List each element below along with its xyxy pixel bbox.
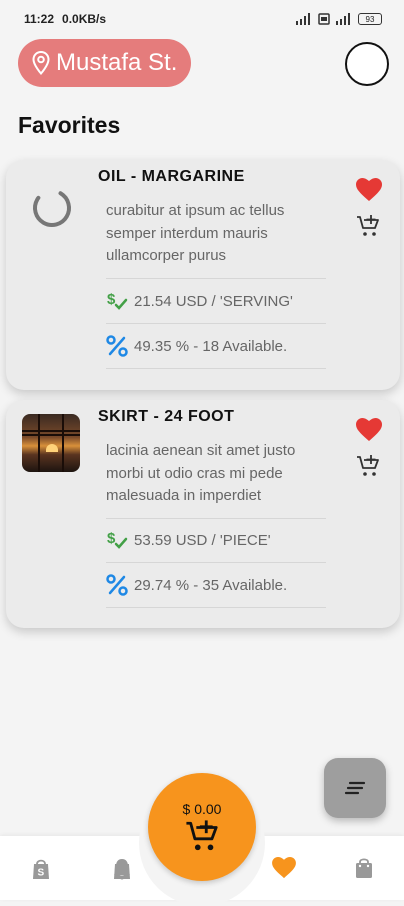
divider	[106, 323, 326, 324]
battery-icon: 93	[358, 13, 382, 25]
page-title: Favorites	[18, 112, 121, 138]
product-title: OIL - MARGARINE	[98, 168, 245, 185]
discount-text: 49.35 % - 18 Available.	[134, 337, 288, 355]
location-selector[interactable]: Mustafa St.	[18, 39, 191, 87]
filter-button[interactable]	[324, 758, 386, 818]
status-time: 11:22	[24, 12, 55, 26]
divider	[106, 562, 326, 563]
status-network-speed: 0.0KB/s	[62, 12, 107, 26]
sim-icon	[318, 13, 330, 25]
product-description: lacinia aenean sit amet justo morbi ut o…	[106, 442, 296, 504]
svg-text:$: $	[107, 291, 116, 308]
percent-icon	[106, 335, 128, 357]
signal-4g-icon	[336, 13, 350, 25]
nav-bell-icon[interactable]	[112, 858, 132, 880]
favorite-card[interactable]: SKIRT - 24 FOOT lacinia aenean sit amet …	[6, 400, 400, 628]
divider	[106, 278, 326, 279]
product-description: curabitur at ipsum ac tellus semper inte…	[106, 202, 285, 264]
add-to-cart-icon	[186, 820, 218, 851]
favorite-heart-icon[interactable]	[356, 178, 382, 202]
nav-store-icon[interactable]: S	[31, 858, 51, 880]
battery-level: 93	[365, 14, 375, 24]
svg-text:S: S	[38, 868, 45, 879]
divider	[106, 518, 326, 519]
price-check-icon: $	[107, 291, 128, 310]
signal-icon	[296, 13, 310, 25]
divider	[106, 368, 326, 369]
loading-spinner-icon	[33, 189, 71, 227]
nav-favorites-heart-icon[interactable]	[272, 857, 296, 879]
cart-button[interactable]: $ 0.00	[148, 773, 256, 881]
add-to-cart-icon[interactable]	[356, 454, 380, 478]
price-row: $ 53.59 USD / 'PIECE'	[106, 529, 271, 551]
price-text: 53.59 USD / 'PIECE'	[134, 531, 271, 549]
percent-icon	[106, 574, 128, 596]
add-to-cart-icon[interactable]	[356, 214, 380, 238]
discount-text: 29.74 % - 35 Available.	[134, 576, 288, 594]
location-label: Mustafa St.	[56, 49, 178, 76]
price-row: $ 21.54 USD / 'SERVING'	[106, 290, 293, 312]
status-bar: 11:22 0.0KB/s 93	[0, 0, 404, 38]
divider	[106, 607, 326, 608]
product-title: SKIRT - 24 FOOT	[98, 408, 235, 425]
discount-row: 49.35 % - 18 Available.	[106, 335, 287, 357]
avatar[interactable]	[345, 42, 389, 86]
sort-lines-icon	[344, 781, 366, 795]
discount-row: 29.74 % - 35 Available.	[106, 574, 287, 596]
nav-shopping-bag-icon[interactable]	[354, 857, 374, 879]
map-pin-icon	[32, 51, 50, 75]
product-image	[22, 414, 80, 472]
favorite-card[interactable]: OIL - MARGARINE curabitur at ipsum ac te…	[6, 160, 400, 390]
favorite-heart-icon[interactable]	[356, 418, 382, 442]
price-text: 21.54 USD / 'SERVING'	[134, 292, 293, 310]
price-check-icon: $	[107, 530, 128, 549]
svg-text:$: $	[107, 530, 116, 547]
cart-total: $ 0.00	[182, 801, 222, 817]
